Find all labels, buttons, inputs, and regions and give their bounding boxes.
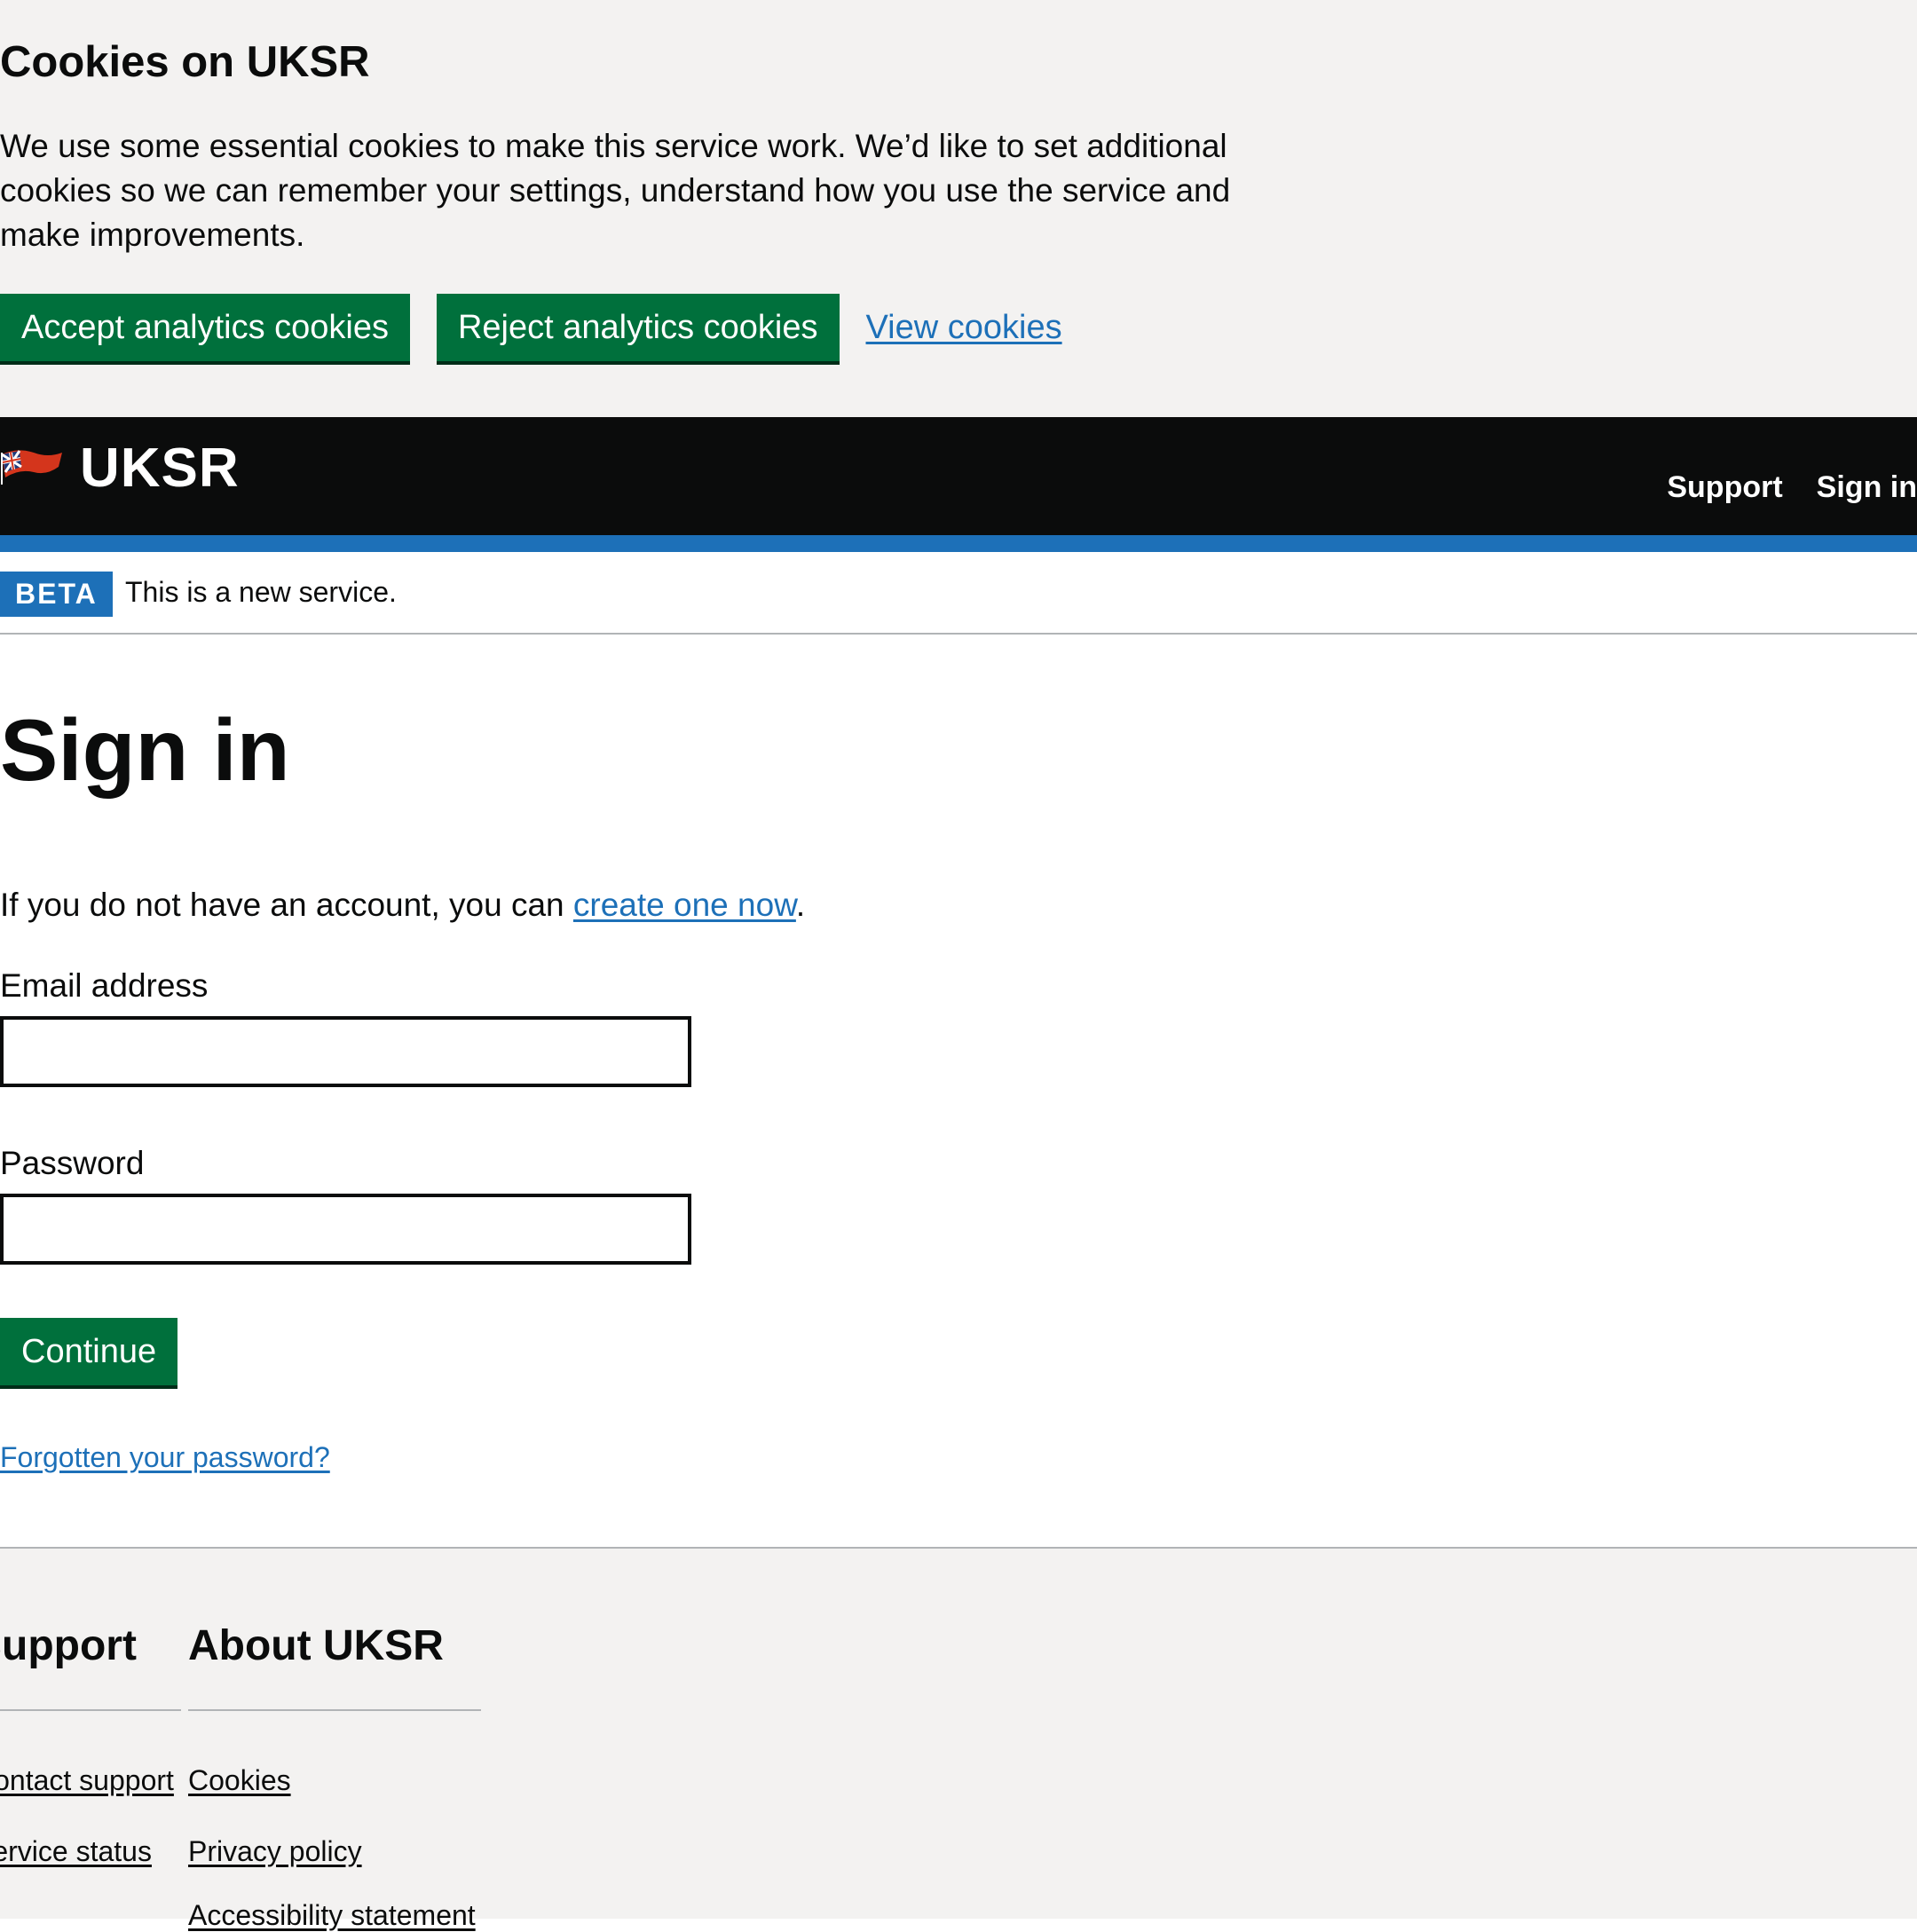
cookie-banner: Cookies on UKSR We use some essential co… <box>0 0 1917 417</box>
cookie-banner-text: We use some essential cookies to make th… <box>0 128 1231 253</box>
site-footer: Support Contact support Service status A… <box>0 1547 1917 1931</box>
footer-support-heading: Support <box>0 1622 137 1669</box>
service-name: UKSR <box>80 438 240 499</box>
privacy-policy-link[interactable]: Privacy policy <box>188 1835 362 1868</box>
phase-banner-text: This is a new service. <box>125 576 397 608</box>
footer-cookies-link[interactable]: Cookies <box>188 1764 291 1797</box>
header-nav: Support Sign in <box>1633 470 1917 505</box>
page-title: Sign in <box>0 701 290 799</box>
footer-about-heading: About UKSR <box>188 1622 444 1669</box>
nav-sign-in-link[interactable]: Sign in <box>1817 470 1917 505</box>
cookie-banner-actions: Accept analytics cookies Reject analytic… <box>0 294 1062 361</box>
intro-text: If you do not have an account, you can c… <box>0 883 805 927</box>
accept-cookies-button[interactable]: Accept analytics cookies <box>0 294 410 361</box>
create-account-link[interactable]: create one now <box>573 887 796 923</box>
password-label: Password <box>0 1145 145 1181</box>
service-status-link[interactable]: Service status <box>0 1835 152 1868</box>
home-logo-link[interactable]: UKSR <box>0 437 240 500</box>
site-header: UKSR Support Sign in <box>0 417 1917 535</box>
continue-button[interactable]: Continue <box>0 1318 178 1385</box>
header-accent-bar <box>0 535 1917 552</box>
cookie-banner-title: Cookies on UKSR <box>0 38 370 86</box>
nav-support-link[interactable]: Support <box>1667 470 1782 505</box>
reject-cookies-button[interactable]: Reject analytics cookies <box>436 294 840 361</box>
footer-support-divider <box>0 1709 181 1711</box>
forgot-password-link[interactable]: Forgotten your password? <box>0 1441 330 1474</box>
phase-banner: BETA This is a new service. <box>0 552 1917 635</box>
view-cookies-link[interactable]: View cookies <box>866 309 1062 347</box>
contact-support-link[interactable]: Contact support <box>0 1764 174 1797</box>
footer-about-divider <box>188 1709 481 1711</box>
email-label: Email address <box>0 967 209 1004</box>
intro-suffix: . <box>795 887 806 923</box>
intro-prefix: If you do not have an account, you can <box>0 887 573 923</box>
accessibility-statement-link[interactable]: Accessibility statement <box>188 1899 476 1932</box>
red-ensign-flag-icon <box>0 446 64 492</box>
password-field[interactable] <box>0 1194 691 1265</box>
email-field[interactable] <box>0 1016 691 1087</box>
beta-tag: BETA <box>0 572 113 617</box>
